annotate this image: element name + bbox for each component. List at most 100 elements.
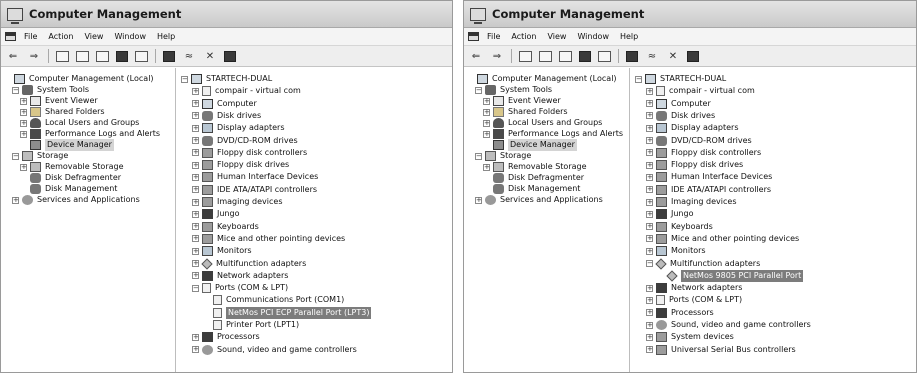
collapse-toggle-icon[interactable]: −	[12, 152, 19, 160]
expand-toggle-icon[interactable]: +	[646, 321, 653, 329]
tree-item-display-adapters[interactable]: + Display adapters	[192, 122, 285, 134]
tree-item-keyboards[interactable]: + Keyboards	[192, 221, 259, 233]
expand-toggle-icon[interactable]: +	[192, 333, 199, 341]
expand-toggle-icon[interactable]: +	[646, 296, 653, 304]
expand-toggle-icon[interactable]: +	[192, 124, 199, 132]
tree-item-processors[interactable]: + Processors	[192, 331, 260, 343]
scan-hardware-icon[interactable]	[626, 50, 638, 62]
menu-help[interactable]: Help	[157, 32, 175, 41]
menu-window[interactable]: Window	[577, 32, 609, 41]
back-arrow-icon[interactable]: ⇐	[469, 50, 483, 63]
tree-item-disk-drives[interactable]: + Disk drives	[192, 110, 261, 122]
expand-toggle-icon[interactable]: +	[192, 100, 199, 108]
tree-item-monitors[interactable]: + Monitors	[646, 245, 706, 257]
tree-item-communications-port-com1[interactable]: Communications Port (COM1)	[203, 294, 344, 306]
scan-hardware-icon[interactable]	[163, 50, 175, 62]
print-icon[interactable]	[116, 50, 128, 62]
expand-toggle-icon[interactable]: +	[646, 87, 653, 95]
uninstall-icon[interactable]: ✕	[203, 50, 217, 63]
title-bar[interactable]: Computer Management	[464, 1, 916, 28]
forward-arrow-icon[interactable]: ⇒	[27, 50, 41, 63]
uninstall-icon[interactable]: ✕	[666, 50, 680, 63]
up-level-icon[interactable]	[519, 50, 532, 62]
expand-toggle-icon[interactable]: +	[646, 346, 653, 354]
properties-icon[interactable]	[559, 50, 572, 62]
expand-toggle-icon[interactable]: +	[20, 97, 27, 105]
collapse-toggle-icon[interactable]: −	[475, 86, 482, 94]
system-menu-icon[interactable]	[5, 32, 16, 41]
forward-arrow-icon[interactable]: ⇒	[490, 50, 504, 63]
menu-file[interactable]: File	[24, 32, 37, 41]
tree-item-startech-dual[interactable]: − STARTECH-DUAL	[635, 73, 726, 85]
tree-item-mice-and-other-pointing-devices[interactable]: + Mice and other pointing devices	[192, 233, 345, 245]
menu-help[interactable]: Help	[620, 32, 638, 41]
tree-item-human-interface-devices[interactable]: + Human Interface Devices	[192, 171, 318, 183]
expand-toggle-icon[interactable]: +	[192, 149, 199, 157]
expand-toggle-icon[interactable]: +	[646, 137, 653, 144]
expand-toggle-icon[interactable]: +	[192, 210, 199, 218]
collapse-toggle-icon[interactable]: −	[635, 75, 642, 83]
tree-item-computer[interactable]: + Computer	[192, 98, 257, 110]
tree-item-imaging-devices[interactable]: + Imaging devices	[192, 196, 283, 208]
back-arrow-icon[interactable]: ⇐	[6, 50, 20, 63]
tree-item-keyboards[interactable]: + Keyboards	[646, 221, 713, 233]
expand-toggle-icon[interactable]: +	[192, 112, 199, 120]
expand-toggle-icon[interactable]: +	[646, 186, 653, 194]
tree-item-universal-serial-bus-controllers[interactable]: + Universal Serial Bus controllers	[646, 344, 796, 356]
expand-toggle-icon[interactable]: +	[20, 119, 27, 127]
tree-item-startech-dual[interactable]: − STARTECH-DUAL	[181, 73, 272, 85]
print-icon[interactable]	[579, 50, 591, 62]
menu-view[interactable]: View	[84, 32, 103, 41]
expand-toggle-icon[interactable]: +	[192, 137, 199, 144]
expand-toggle-icon[interactable]: +	[483, 130, 490, 138]
tree-item-compair-virtual-com[interactable]: + compair - virtual com	[646, 85, 755, 97]
tree-item-human-interface-devices[interactable]: + Human Interface Devices	[646, 171, 772, 183]
tree-item-computer[interactable]: + Computer	[646, 98, 711, 110]
tree-item-netmos-9805-pci-parallel-port[interactable]: NetMos 9805 PCI Parallel Port	[657, 269, 804, 282]
tree-item-floppy-disk-drives[interactable]: + Floppy disk drives	[646, 159, 743, 171]
tree-item-disk-drives[interactable]: + Disk drives	[646, 110, 715, 122]
tree-item-ide-ata-atapi-controllers[interactable]: + IDE ATA/ATAPI controllers	[192, 184, 317, 196]
expand-toggle-icon[interactable]: +	[483, 119, 490, 127]
tree-item-floppy-disk-controllers[interactable]: + Floppy disk controllers	[192, 147, 307, 159]
collapse-toggle-icon[interactable]: −	[192, 284, 199, 292]
expand-toggle-icon[interactable]: +	[646, 100, 653, 108]
update-driver-icon[interactable]: ≈	[182, 50, 196, 63]
help-icon[interactable]	[598, 50, 611, 62]
expand-toggle-icon[interactable]: +	[646, 235, 653, 243]
tree-item-netmos-pci-ecp-parallel-port-lpt3[interactable]: NetMos PCI ECP Parallel Port (LPT3)	[203, 306, 372, 319]
tree-item-services-and-applications[interactable]: + Services and Applications	[475, 194, 603, 206]
expand-toggle-icon[interactable]: +	[192, 235, 199, 243]
tree-item-dvd-cd-rom-drives[interactable]: + DVD/CD-ROM drives	[646, 135, 752, 147]
expand-toggle-icon[interactable]: +	[192, 161, 199, 169]
menu-action[interactable]: Action	[511, 32, 536, 41]
expand-toggle-icon[interactable]: +	[646, 284, 653, 292]
expand-toggle-icon[interactable]: +	[646, 210, 653, 218]
tree-item-monitors[interactable]: + Monitors	[192, 245, 252, 257]
expand-toggle-icon[interactable]: +	[646, 223, 653, 231]
expand-toggle-icon[interactable]: +	[646, 247, 653, 255]
system-menu-icon[interactable]	[468, 32, 479, 41]
tree-item-jungo[interactable]: + Jungo	[192, 208, 239, 220]
expand-toggle-icon[interactable]: +	[646, 161, 653, 169]
tree-item-floppy-disk-controllers[interactable]: + Floppy disk controllers	[646, 147, 761, 159]
tree-item-system-devices[interactable]: + System devices	[646, 331, 734, 343]
show-hide-tree-icon[interactable]	[76, 50, 89, 62]
expand-toggle-icon[interactable]: +	[475, 196, 482, 204]
tree-item-sound-video-and-game-controllers[interactable]: + Sound, video and game controllers	[646, 319, 811, 331]
expand-toggle-icon[interactable]: +	[646, 124, 653, 132]
tree-item-multifunction-adapters[interactable]: + Multifunction adapters	[192, 257, 306, 270]
help-icon[interactable]	[135, 50, 148, 62]
expand-toggle-icon[interactable]: +	[192, 346, 199, 354]
collapse-toggle-icon[interactable]: −	[12, 86, 19, 94]
expand-toggle-icon[interactable]: +	[192, 173, 199, 181]
expand-toggle-icon[interactable]: +	[192, 87, 199, 95]
tree-item-ports-com-lpt[interactable]: + Ports (COM & LPT)	[646, 294, 742, 306]
menu-view[interactable]: View	[547, 32, 566, 41]
expand-toggle-icon[interactable]: +	[20, 108, 27, 116]
menu-window[interactable]: Window	[114, 32, 146, 41]
expand-toggle-icon[interactable]: +	[646, 198, 653, 206]
show-hide-tree-icon[interactable]	[539, 50, 552, 62]
expand-toggle-icon[interactable]: +	[192, 198, 199, 206]
tree-item-ports-com-lpt[interactable]: − Ports (COM & LPT)	[192, 282, 288, 294]
